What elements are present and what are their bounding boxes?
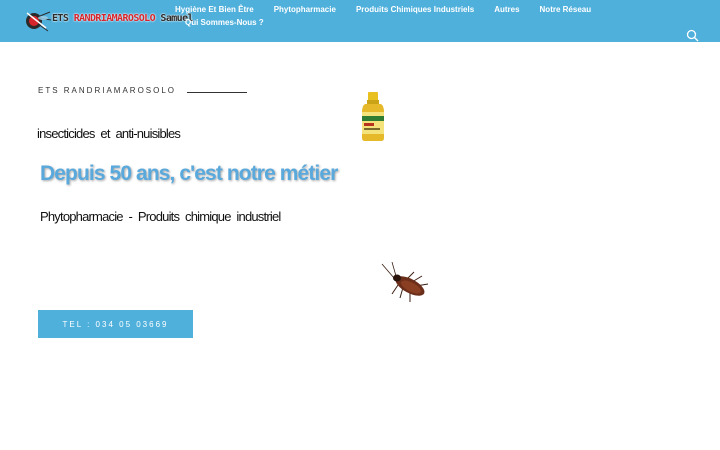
main-navigation: Hygiène Et Bien Être Phytopharmacie Prod… (175, 3, 615, 29)
nav-item-qui-sommes-nous[interactable]: Qui Sommes-Nous ? (185, 16, 264, 29)
hero-subtitle: Phytopharmacie - Produits chimique indus… (40, 209, 281, 224)
hero-kicker: ETS RANDRIAMAROSOLO (38, 86, 177, 95)
logo-text: ETS RANDRIAMAROSOLO Samuel (52, 13, 194, 24)
hero-headline: Depuis 50 ans, c'est notre métier (40, 162, 338, 185)
cockroach-image (381, 262, 429, 302)
search-icon[interactable] (686, 29, 699, 42)
nav-row-2: Qui Sommes-Nous ? (175, 16, 615, 29)
logo-prefix: ETS (52, 13, 74, 24)
logo-brand: RANDRIAMAROSOLO (73, 13, 156, 24)
hero-tagline: insecticides et anti-nuisibles (37, 126, 181, 141)
nav-item-produits-chimiques[interactable]: Produits Chimiques Industriels (356, 3, 474, 16)
nav-row-1: Hygiène Et Bien Être Phytopharmacie Prod… (175, 3, 615, 16)
top-navigation-bar: ETS RANDRIAMAROSOLO Samuel Hygiène Et Bi… (0, 0, 720, 42)
nav-item-notre-reseau[interactable]: Notre Réseau (540, 3, 592, 16)
nav-item-hygiene[interactable]: Hygiène Et Bien Être (175, 3, 254, 16)
insecticide-bottle-image (362, 92, 384, 141)
kicker-divider (187, 92, 247, 93)
nav-item-phytopharmacie[interactable]: Phytopharmacie (274, 3, 336, 16)
nav-item-autres[interactable]: Autres (494, 3, 519, 16)
phone-cta-button[interactable]: TEL : 034 05 03669 (38, 310, 193, 338)
mosquito-logo-icon (26, 11, 52, 32)
site-logo[interactable]: ETS RANDRIAMAROSOLO Samuel (24, 8, 194, 34)
